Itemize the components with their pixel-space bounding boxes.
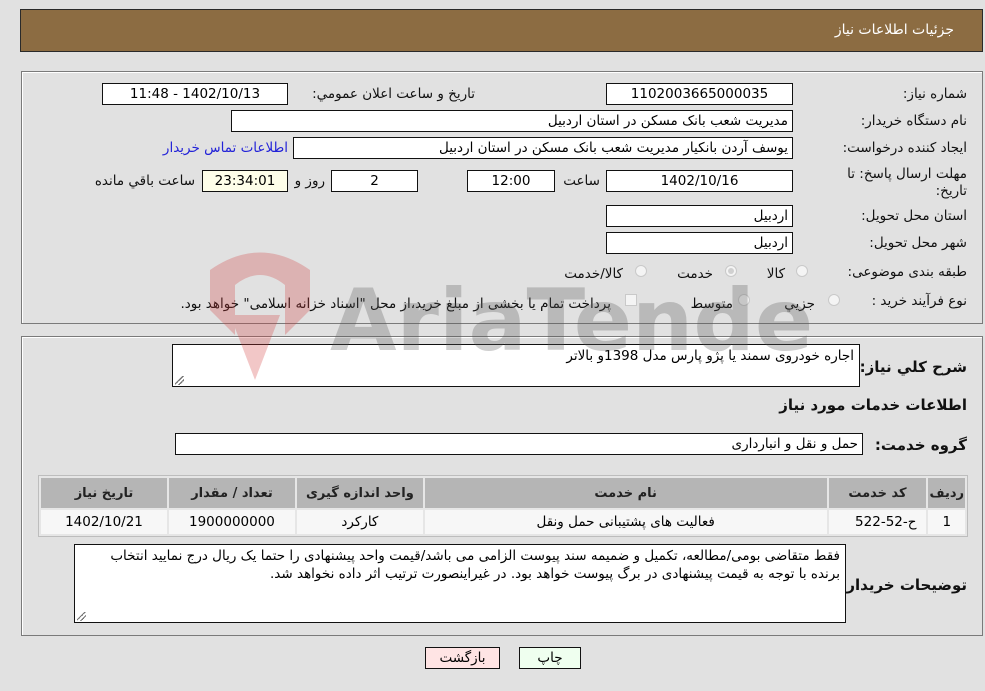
category-radio-goods-service[interactable]: [635, 265, 647, 277]
buyer-notes-text: فقط متقاضی بومی/مطالعه، تکمیل و ضمیمه سن…: [110, 548, 840, 582]
print-button[interactable]: چاپ: [519, 647, 581, 669]
remaining-label: ساعت باقي مانده: [94, 173, 195, 189]
col-need-date: تاريخ نياز: [41, 478, 167, 508]
cell-need-date: 1402/10/21: [41, 510, 167, 534]
need-number-label: شماره نیاز:: [902, 86, 967, 102]
process-option-minor: جزيي: [784, 296, 815, 312]
cell-row-number: 1: [928, 510, 965, 534]
table-row: 1 ح-52-522 فعالیت های پشتیبانی حمل ونقل …: [41, 510, 965, 534]
buyer-contact-link[interactable]: اطلاعات تماس خریدار: [163, 140, 288, 156]
buyer-notes-label: توضيحات خريدار:: [840, 576, 967, 594]
cell-unit: کارکرد: [296, 510, 423, 534]
cell-service-name: فعالیت های پشتیبانی حمل ونقل: [424, 510, 827, 534]
category-option-goods-service: کالا/خدمت: [564, 266, 623, 282]
category-option-service: خدمت: [677, 266, 713, 282]
deadline-time-field: 12:00: [467, 170, 555, 192]
page-header: جزئيات اطلاعات نياز: [20, 9, 983, 52]
deadline-time-label: ساعت: [563, 173, 600, 189]
description-textarea[interactable]: اجاره خودروی سمند یا پژو پارس مدل 1398و …: [172, 344, 860, 387]
service-group-label: گروه خدمت:: [874, 436, 967, 454]
services-heading: اطلاعات خدمات مورد نياز: [779, 396, 967, 414]
category-radio-service[interactable]: [725, 265, 737, 277]
buyer-org-label: نام دستگاه خریدار:: [860, 113, 967, 129]
need-number-field: 1102003665000035: [606, 83, 793, 105]
col-service-code: کد خدمت: [828, 478, 927, 508]
description-text: اجاره خودروی سمند یا پژو پارس مدل 1398و …: [566, 348, 854, 364]
col-row-number: رديف: [928, 478, 965, 508]
resize-handle-icon[interactable]: [77, 612, 86, 621]
resize-handle-icon[interactable]: [175, 376, 184, 385]
treasury-payment-checkbox[interactable]: [625, 294, 637, 306]
province-field: اردبیل: [606, 205, 793, 227]
description-label: شرح کلي نياز:: [859, 358, 967, 376]
col-quantity: تعداد / مقدار: [168, 478, 295, 508]
process-option-medium: متوسط: [690, 296, 733, 312]
cell-quantity: 1900000000: [168, 510, 295, 534]
service-group-field: حمل و نقل و انبارداری: [175, 433, 863, 455]
process-label: نوع فرآیند خرید :: [871, 293, 967, 309]
announce-label: تاريخ و ساعت اعلان عمومي:: [312, 86, 475, 102]
page-title: جزئيات اطلاعات نياز: [834, 22, 954, 38]
province-label: استان محل تحویل:: [861, 208, 967, 224]
back-button[interactable]: بازگشت: [425, 647, 500, 669]
buyer-org-field: مدیریت شعب بانک مسکن در استان اردبیل: [231, 110, 793, 132]
days-remaining-field: 2: [331, 170, 418, 192]
buyer-notes-textarea[interactable]: فقط متقاضی بومی/مطالعه، تکمیل و ضمیمه سن…: [74, 544, 846, 623]
city-field: اردبیل: [606, 232, 793, 254]
announce-field: 1402/10/13 - 11:48: [102, 83, 288, 105]
deadline-date-field: 1402/10/16: [606, 170, 793, 192]
deadline-label: مهلت ارسال پاسخ: تا تاریخ:: [847, 166, 967, 199]
process-radio-medium[interactable]: [738, 294, 750, 306]
col-unit: واحد اندازه گيری: [296, 478, 423, 508]
remaining-time-field: 23:34:01: [202, 170, 288, 192]
creator-label: ایجاد کننده درخواست:: [842, 140, 967, 156]
services-table: رديف کد خدمت نام خدمت واحد اندازه گيری ت…: [38, 475, 968, 537]
category-radio-goods[interactable]: [796, 265, 808, 277]
cell-service-code: ح-52-522: [828, 510, 927, 534]
col-service-name: نام خدمت: [424, 478, 827, 508]
days-label: روز و: [294, 173, 325, 189]
category-option-goods: کالا: [766, 266, 785, 282]
category-label: طبقه بندی موضوعی:: [847, 264, 967, 280]
city-label: شهر محل تحویل:: [869, 235, 967, 251]
creator-field: یوسف آردن بانکیار مدیریت شعب بانک مسکن د…: [293, 137, 793, 159]
process-radio-minor[interactable]: [828, 294, 840, 306]
table-header-row: رديف کد خدمت نام خدمت واحد اندازه گيری ت…: [41, 478, 965, 508]
treasury-payment-note: پرداخت تمام یا بخشی از مبلغ خرید،از محل …: [180, 296, 611, 312]
